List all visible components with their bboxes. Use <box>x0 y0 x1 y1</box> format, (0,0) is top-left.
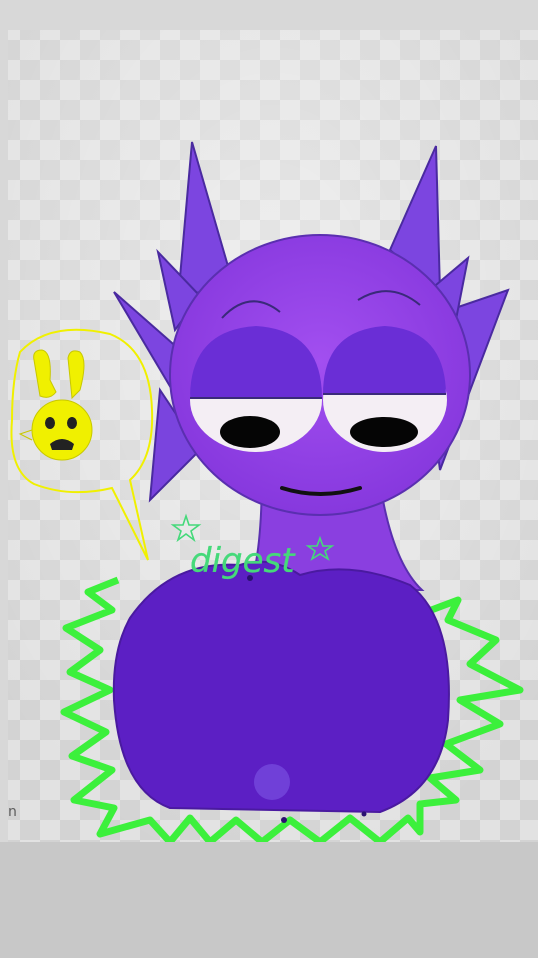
handwritten-caption: digest <box>190 541 296 581</box>
drawing-canvas: digest <box>0 0 538 842</box>
ink-dot <box>361 811 367 817</box>
stray-letter: n <box>8 804 17 820</box>
ink-dot <box>281 817 287 823</box>
photo-of-drawing: digest n <box>0 0 538 842</box>
belly-button <box>254 764 290 800</box>
bottom-gray-area <box>0 842 538 958</box>
right-eye <box>323 326 447 452</box>
left-eye <box>190 326 322 452</box>
screen: digest n <box>0 0 538 958</box>
